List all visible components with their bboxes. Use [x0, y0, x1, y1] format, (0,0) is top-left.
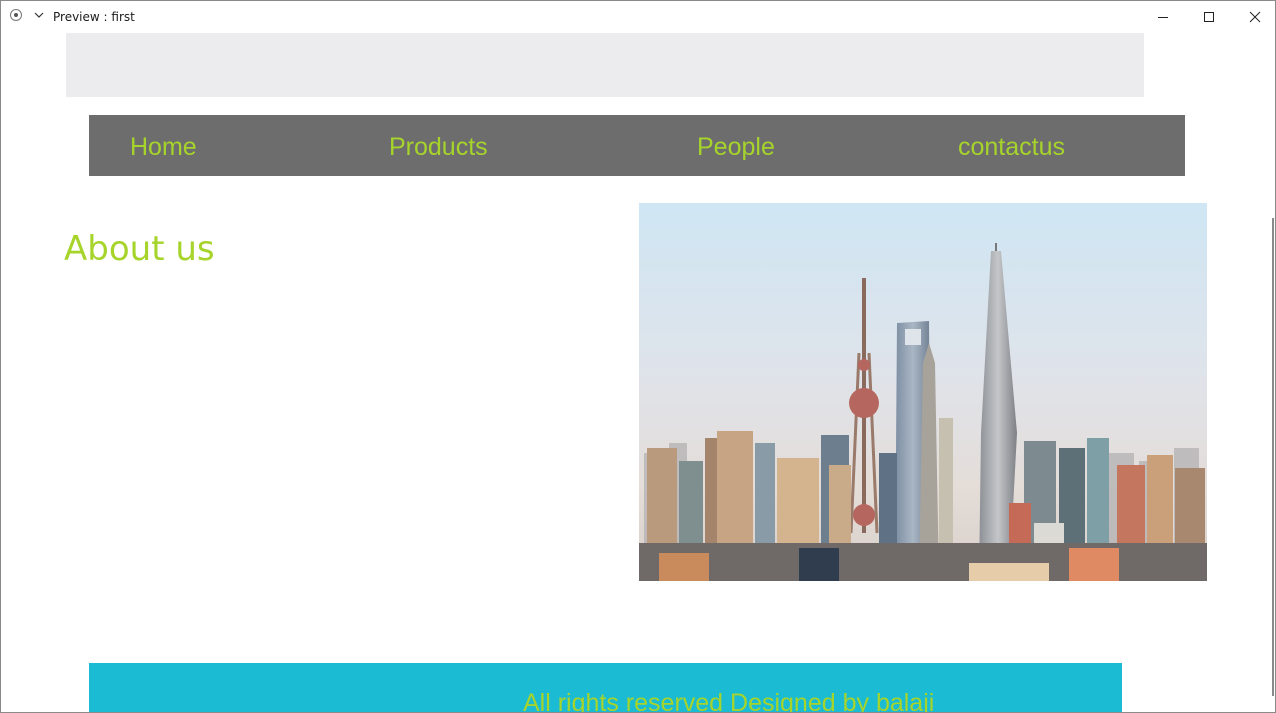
- record-icon[interactable]: [10, 9, 22, 21]
- vertical-scrollbar[interactable]: [1272, 218, 1274, 696]
- close-icon: [1249, 11, 1261, 23]
- nav-products-link[interactable]: Products: [389, 133, 488, 161]
- maximize-icon: [1204, 12, 1214, 22]
- footer-copyright-text: All rights reserved Designed by balaji: [523, 689, 935, 713]
- minimize-icon: [1158, 17, 1168, 18]
- nav-contactus-link[interactable]: contactus: [958, 133, 1065, 161]
- close-button[interactable]: [1232, 1, 1276, 33]
- main-navbar: Home Products People contactus: [89, 115, 1185, 176]
- page-footer: All rights reserved Designed by balaji: [89, 663, 1122, 713]
- maximize-button[interactable]: [1186, 1, 1232, 33]
- header-banner: [66, 33, 1144, 97]
- minimize-button[interactable]: [1140, 1, 1186, 33]
- chevron-down-icon[interactable]: [34, 10, 44, 20]
- nav-people-link[interactable]: People: [697, 133, 775, 161]
- city-skyline-image: [639, 203, 1207, 581]
- nav-home-link[interactable]: Home: [130, 133, 197, 161]
- about-heading: About us: [64, 229, 215, 269]
- window-titlebar: Preview : first: [1, 1, 1275, 33]
- window-title: Preview : first: [53, 10, 135, 24]
